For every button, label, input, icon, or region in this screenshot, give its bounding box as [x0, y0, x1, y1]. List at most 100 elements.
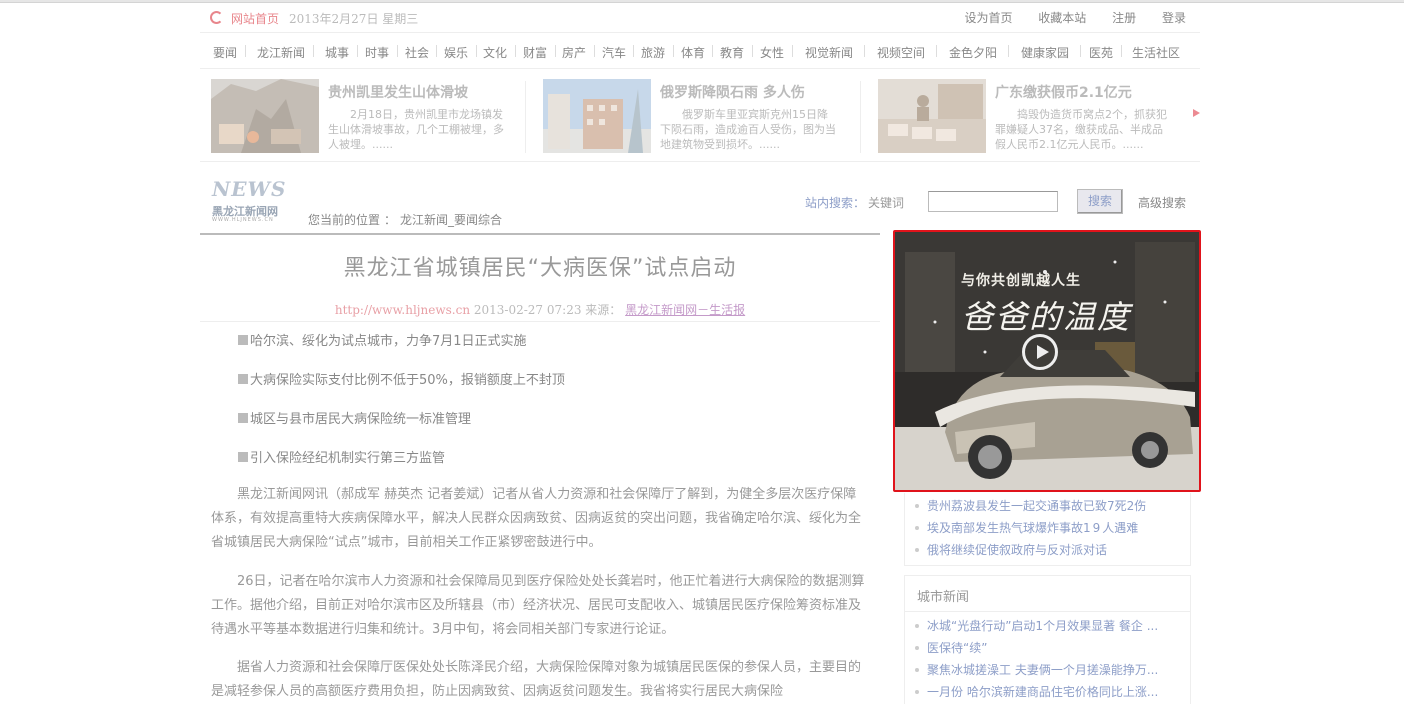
page-container: 网站首页 2013年2月27日 星期三 设为首页 收藏本站 注册 登录 要闻 龙… — [200, 3, 1201, 704]
meta-source-link[interactable]: 黑龙江新闻网－生活报 — [625, 303, 745, 317]
side-news-text[interactable]: 人遇难 — [1102, 521, 1138, 535]
nav-divider — [476, 45, 477, 57]
city-news-text[interactable]: 一月份 哈尔滨新建商品住宅价格同比上涨... — [927, 685, 1158, 699]
bullet-dot-icon — [915, 689, 919, 694]
nav-item[interactable]: 视觉新闻 — [805, 44, 853, 61]
photo-news-card[interactable]: 贵州凯里发生山体滑坡 2月18日，贵州凯里市龙场镇发生山体滑坡事故，几个工棚被埋… — [211, 79, 531, 155]
nav-item[interactable]: 金色夕阳 — [949, 44, 997, 61]
highlight-item: 引入保险经纪机制实行第三方监管 — [238, 447, 858, 486]
nav-item[interactable]: 时事 — [365, 44, 389, 61]
nav-item[interactable]: 财富 — [523, 44, 547, 61]
bookmark-link[interactable]: 收藏本站 — [1038, 11, 1086, 25]
search-keyword-label: 关键词 — [868, 196, 905, 210]
nav-item[interactable]: 龙江新闻 — [257, 44, 305, 61]
site-search-label: 站内搜索： — [805, 196, 866, 210]
ad-slogan: 与你共创凯越人生 — [961, 273, 1081, 289]
top-bar: 网站首页 2013年2月27日 星期三 设为首页 收藏本站 注册 登录 — [200, 3, 1200, 33]
photo-news-card[interactable]: 俄罗斯降陨石雨 多人伤 俄罗斯车里亚宾斯克州15日降下陨石雨，造成逾百人受伤，图… — [543, 79, 863, 155]
meta-time: 2013-02-27 07:23 — [473, 303, 582, 317]
photo-news-summary: 2月18日，贵州凯里市龙场镇发生山体滑坡事故，几个工棚被埋，多人被埋。.....… — [328, 108, 504, 151]
city-news-header: 城市新闻 — [905, 576, 1190, 612]
nav-item[interactable]: 视频空间 — [877, 44, 925, 61]
nav-item[interactable]: 生活社区 — [1132, 44, 1180, 61]
nav-item[interactable]: 娱乐 — [444, 44, 468, 61]
square-bullet-icon — [238, 452, 248, 462]
side-news-text[interactable]: 埃及南部发生热气球爆炸事故 — [927, 521, 1083, 535]
current-date: 2013年2月27日 星期三 — [289, 12, 419, 26]
photo-news-title[interactable]: 俄罗斯降陨石雨 多人伤 — [660, 82, 805, 102]
nav-divider — [594, 45, 595, 57]
nav-item[interactable]: 房产 — [562, 44, 586, 61]
side-news-item[interactable]: 贵州荔波县发生一起交通事故已致7死2伤 — [915, 497, 1185, 519]
nav-item[interactable]: 城事 — [325, 44, 349, 61]
search-input[interactable] — [928, 191, 1058, 212]
square-bullet-icon — [238, 335, 248, 345]
nav-item[interactable]: 旅游 — [641, 44, 665, 61]
nav-divider — [673, 45, 674, 57]
nav-item[interactable]: 健康家园 — [1021, 44, 1069, 61]
article-meta: http://www.hljnews.cn 2013-02-27 07:23 来… — [200, 301, 880, 318]
counterfeit-money-photo[interactable] — [878, 79, 986, 153]
breadcrumb-separator: ： — [384, 213, 397, 227]
home-refresh-icon — [210, 11, 223, 24]
nav-divider — [357, 45, 358, 57]
top-links: 设为首页 收藏本站 注册 登录 — [942, 9, 1186, 26]
nav-item[interactable]: 文化 — [483, 44, 507, 61]
nav-item[interactable]: 社会 — [405, 44, 429, 61]
article-paragraph: 据省人力资源和社会保障厅医保处处长陈泽民介绍，大病保险保障对象为城镇居民医保的参… — [211, 660, 862, 699]
article-paragraph: 黑龙江新闻网讯（郝成军 赫英杰 记者姜斌）记者从省人力资源和社会保障厅了解到，为… — [211, 487, 862, 550]
breadcrumb-path[interactable]: 龙江新闻_要闻综合 — [400, 213, 502, 227]
search-button[interactable]: 搜索 — [1077, 189, 1123, 214]
city-news-item[interactable]: 医保待“续” — [915, 639, 1185, 661]
city-news-text[interactable]: 聚焦冰城搓澡工 夫妻俩一个月搓澡能挣万... — [927, 663, 1158, 677]
landslide-photo[interactable] — [211, 79, 319, 153]
photo-news-strip: 贵州凯里发生山体滑坡 2月18日，贵州凯里市龙场镇发生山体滑坡事故，几个工棚被埋… — [200, 69, 1200, 162]
nav-item[interactable]: 女性 — [760, 44, 784, 61]
nav-item[interactable]: 汽车 — [602, 44, 626, 61]
side-news-box: 贵州荔波县发生一起交通事故已致7死2伤 埃及南部发生热气球爆炸事故19人遇难 俄… — [904, 493, 1191, 566]
video-ad[interactable]: 与你共创凯越人生 爸爸的温度 — [893, 230, 1201, 492]
nav-item[interactable]: 教育 — [720, 44, 744, 61]
city-news-item[interactable]: 一月份 哈尔滨新建商品住宅价格同比上涨... — [915, 683, 1185, 704]
city-news-text[interactable]: 冰城“光盘行动”启动1个月效果显著 餐企 ... — [927, 619, 1158, 633]
play-icon[interactable] — [1022, 334, 1058, 370]
breadcrumb-label: 您当前的位置 — [308, 213, 381, 227]
meta-divider — [200, 321, 880, 322]
photo-news-title[interactable]: 贵州凯里发生山体滑坡 — [328, 82, 468, 102]
nav-item[interactable]: 要闻 — [213, 44, 237, 61]
photo-news-title[interactable]: 广东缴获假币2.1亿元 — [995, 82, 1132, 102]
logo-url: WWW.HLJNEWS.CN — [212, 217, 274, 223]
nav-divider — [633, 45, 634, 57]
city-news-heading[interactable]: 城市新闻 — [917, 586, 969, 605]
ad-title: 爸爸的温度 — [961, 298, 1132, 336]
login-link[interactable]: 登录 — [1162, 11, 1186, 25]
nav-divider — [515, 45, 516, 57]
register-link[interactable]: 注册 — [1112, 11, 1136, 25]
side-news-item[interactable]: 俄将继续促使叙政府与反对派对话 — [915, 541, 1185, 563]
side-news-text[interactable]: 俄将继续促使叙政府与反对派对话 — [927, 543, 1107, 557]
meteor-damage-photo[interactable] — [543, 79, 651, 153]
next-arrow-icon[interactable] — [1193, 109, 1200, 117]
logo-word: NEWS — [212, 177, 287, 201]
nav-item[interactable]: 医苑 — [1089, 44, 1113, 61]
article-highlights: 哈尔滨、绥化为试点城市，力争7月1日正式实施 大病保险实际支付比例不低于50%，… — [238, 330, 858, 486]
city-news-item[interactable]: 冰城“光盘行动”启动1个月效果显著 餐企 ... — [915, 617, 1185, 639]
city-news-text[interactable]: 医保待“续” — [927, 641, 987, 655]
nav-item[interactable]: 体育 — [681, 44, 705, 61]
side-news-text[interactable]: 贵州荔波县发生一起交通事故已致7死2伤 — [927, 499, 1146, 513]
highlight-text: 城区与县市居民大病保险统一标准管理 — [250, 412, 472, 427]
meta-url[interactable]: http://www.hljnews.cn — [335, 303, 470, 317]
home-link[interactable]: 网站首页 — [231, 10, 279, 27]
advanced-search-link[interactable]: 高级搜索 — [1138, 194, 1186, 211]
city-news-item[interactable]: 聚焦冰城搓澡工 夫妻俩一个月搓澡能挣万... — [915, 661, 1185, 683]
nav-divider — [436, 45, 437, 57]
side-news-number[interactable]: 19 — [1083, 521, 1102, 535]
highlight-item: 城区与县市居民大病保险统一标准管理 — [238, 408, 858, 447]
nav-divider — [313, 45, 314, 57]
nav-divider — [864, 45, 865, 57]
set-homepage-link[interactable]: 设为首页 — [964, 11, 1012, 25]
highlight-text: 大病保险实际支付比例不低于50%，报销额度上不封顶 — [250, 373, 565, 388]
site-logo[interactable]: NEWS 黑龙江新闻网 WWW.HLJNEWS.CN — [212, 177, 292, 227]
photo-news-card[interactable]: 广东缴获假币2.1亿元 捣毁伪造货币窝点2个，抓获犯罪嫌疑人37名，缴获成品、半… — [878, 79, 1198, 155]
side-news-item[interactable]: 埃及南部发生热气球爆炸事故19人遇难 — [915, 519, 1185, 541]
